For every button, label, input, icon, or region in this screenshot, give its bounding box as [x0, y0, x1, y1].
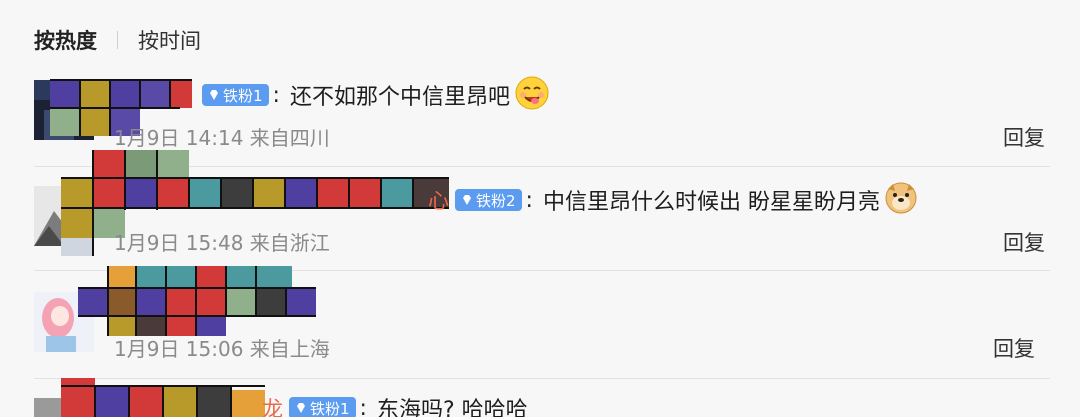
diamond-icon — [210, 90, 218, 100]
reply-button[interactable]: 回复 — [993, 333, 1035, 363]
doge-emoji-icon — [884, 181, 918, 219]
diamond-icon — [297, 403, 305, 413]
comment-panel: 按热度 按时间 铁粉1 : 还不如那个中信里昂吧 1月9日 14:14 来自四川… — [0, 0, 1080, 417]
comment-text: 还不如那个中信里昂吧 — [289, 85, 510, 110]
fan-badge-label: 铁粉2 — [476, 191, 516, 210]
sort-by-hot-tab[interactable]: 按热度 — [34, 25, 97, 55]
comment-text: 东海吗? 哈哈哈 — [376, 398, 528, 417]
username[interactable]: 龙 — [262, 393, 283, 417]
redaction-scribble — [61, 378, 265, 417]
username[interactable]: 心 — [428, 185, 449, 215]
diamond-icon — [463, 195, 471, 205]
comment-content: 龙 铁粉1 : 东海吗? 哈哈哈 — [262, 390, 528, 417]
fan-badge[interactable]: 铁粉1 — [202, 84, 269, 106]
comment-meta: 1月9日 15:48 来自浙江 — [114, 231, 330, 255]
sort-by-time-tab[interactable]: 按时间 — [138, 25, 201, 55]
fan-badge-label: 铁粉1 — [223, 86, 263, 105]
colon: : — [272, 82, 280, 108]
colon: : — [525, 187, 533, 213]
comment-meta: 1月9日 15:06 来自上海 — [114, 337, 330, 361]
comment-meta: 1月9日 14:14 来自四川 — [114, 126, 330, 150]
sort-bar: 按热度 按时间 — [34, 24, 201, 56]
sort-divider — [117, 31, 118, 49]
yummy-face-emoji-icon — [514, 75, 550, 115]
comment-content: 心 铁粉2 : 中信里昂什么时候出 盼星星盼月亮 — [428, 182, 918, 218]
comment-text: 中信里昂什么时候出 盼星星盼月亮 — [542, 190, 880, 215]
fan-badge[interactable]: 铁粉1 — [289, 397, 356, 417]
reply-button[interactable]: 回复 — [1003, 227, 1045, 257]
reply-button[interactable]: 回复 — [1003, 122, 1045, 152]
colon: : — [359, 395, 367, 417]
fan-badge[interactable]: 铁粉2 — [455, 189, 522, 211]
fan-badge-label: 铁粉1 — [310, 399, 350, 417]
comment-content: 铁粉1 : 还不如那个中信里昂吧 — [196, 75, 550, 115]
redaction-scribble — [78, 266, 316, 336]
